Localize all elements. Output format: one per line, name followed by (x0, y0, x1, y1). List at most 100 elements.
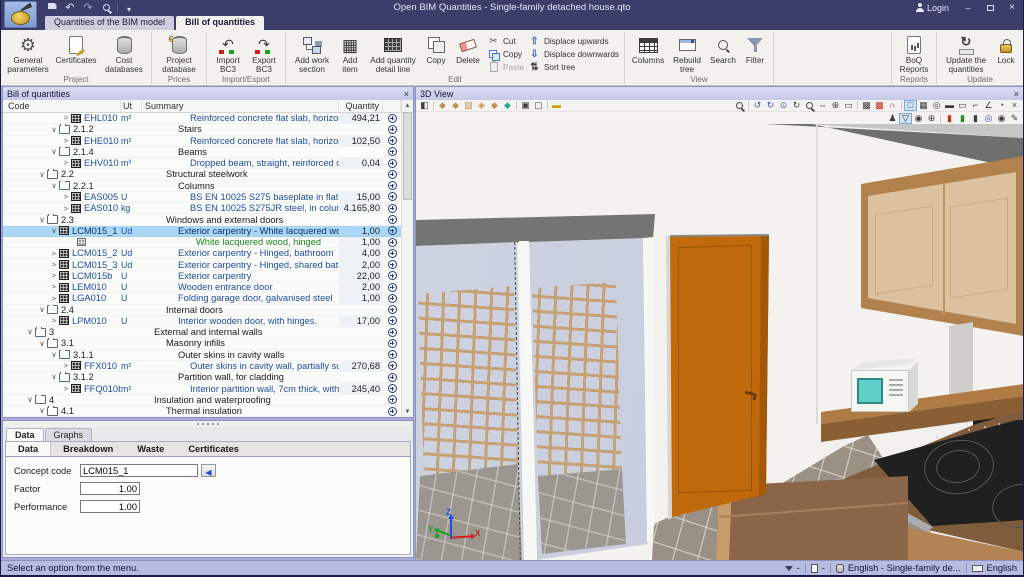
layer-green-icon[interactable]: ▮ (956, 113, 969, 124)
tree-chevron-icon[interactable] (25, 396, 35, 404)
table-row[interactable]: LCM015_2 Ud Exterior carpentry - Hinged,… (3, 248, 401, 259)
layer-gray-icon[interactable]: ▮ (969, 113, 982, 124)
snap-point-icon[interactable]: ◎ (930, 100, 943, 111)
column-summary[interactable]: Summary (142, 100, 339, 112)
redo-button[interactable] (81, 2, 95, 14)
add-detail-button[interactable] (383, 361, 401, 371)
subtab-waste[interactable]: Waste (125, 442, 176, 456)
add-detail-button[interactable] (383, 203, 401, 213)
add-detail-button[interactable] (383, 136, 401, 146)
add-detail-button[interactable] (383, 350, 401, 360)
table-row[interactable]: 2.1.4 Beams (3, 147, 401, 158)
tree-chevron-icon[interactable] (49, 148, 59, 156)
table-row[interactable]: LGA010 U Folding garage door, galvanised… (3, 293, 401, 304)
paint-all-icon[interactable]: ◆ (449, 100, 462, 111)
add-detail-button[interactable] (383, 271, 401, 281)
app-logo-icon[interactable] (4, 1, 37, 28)
subtab-certificates[interactable]: Certificates (176, 442, 251, 456)
table-row[interactable]: LCM015_3 Ud Exterior carpentry - Hinged,… (3, 259, 401, 270)
columns-button[interactable]: Columns (628, 33, 668, 65)
orbit-left-icon[interactable]: ↺ (751, 100, 764, 111)
table-row[interactable]: 2.2 Structural steelwork (3, 169, 401, 180)
project-database-button[interactable]: Project database (155, 33, 203, 74)
corner-measure-icon[interactable]: ⌐ (969, 100, 982, 111)
copy-button[interactable]: Copy (421, 33, 451, 65)
magnet-snap-icon[interactable]: ∩ (886, 100, 899, 111)
undo-button[interactable] (63, 2, 77, 14)
zoom-window-icon[interactable] (803, 100, 816, 111)
save-button[interactable] (45, 2, 59, 14)
add-quantity-detail-line-button[interactable]: Add quantity detail line (365, 33, 421, 74)
tree-chevron-icon[interactable] (49, 295, 59, 303)
scroll-up-icon[interactable] (402, 100, 413, 111)
add-detail-button[interactable] (383, 305, 401, 315)
add-detail-button[interactable] (383, 248, 401, 258)
table-row[interactable]: LEM010 U Wooden entrance door 2,00 (3, 282, 401, 293)
paste-button[interactable]: Paste (487, 61, 524, 73)
language-status[interactable]: English (972, 563, 1018, 573)
update-quantities-button[interactable]: Update the quantities (940, 33, 992, 74)
add-detail-button[interactable] (383, 316, 401, 326)
select-box-icon[interactable]: □ (904, 100, 917, 111)
hide-elements-icon[interactable]: ◉ (995, 113, 1008, 124)
table-row[interactable]: LCM015_1 Ud Exterior carpentry - White l… (3, 226, 401, 237)
paint-area-icon[interactable]: ▨ (462, 100, 475, 111)
table-row[interactable]: EHL010 m² Reinforced concrete flat slab,… (3, 113, 401, 124)
general-parameters-button[interactable]: General parameters (4, 33, 52, 74)
table-row[interactable]: 3.1 Masonry infills (3, 338, 401, 349)
tree-chevron-icon[interactable] (49, 351, 59, 359)
performance-input[interactable] (80, 500, 140, 513)
factor-input[interactable] (80, 482, 140, 495)
tree-chevron-icon[interactable] (49, 272, 59, 280)
table-row[interactable]: EHV010 m³ Dropped beam, straight, reinfo… (3, 158, 401, 169)
add-detail-button[interactable] (383, 383, 401, 393)
maximize-button[interactable] (979, 0, 1001, 15)
tree-chevron-icon[interactable] (61, 362, 71, 370)
tree-chevron-icon[interactable] (61, 114, 71, 122)
tree-chevron-icon[interactable] (49, 283, 59, 291)
tab-graphs[interactable]: Graphs (45, 428, 93, 441)
table-row[interactable]: LCM015b U Exterior carpentry 22,00 (3, 271, 401, 282)
search-ribbon-button[interactable]: Search (706, 33, 740, 65)
tree-chevron-icon[interactable] (49, 317, 59, 325)
tree-chevron-icon[interactable] (61, 205, 71, 213)
column-quantity[interactable]: Quantity (339, 100, 383, 112)
paint-brush-icon[interactable]: ◆ (436, 100, 449, 111)
cut-button[interactable]: Cut (487, 35, 524, 47)
delete-button[interactable]: Delete (451, 33, 485, 65)
tree-chevron-icon[interactable] (61, 137, 71, 145)
add-detail-button[interactable] (383, 282, 401, 292)
customize-toolbar-button[interactable] (122, 2, 136, 14)
boq-vertical-scrollbar[interactable] (401, 100, 413, 417)
filter-button[interactable]: Filter (740, 33, 770, 65)
tab-bill-of-quantities[interactable]: Bill of quantities (176, 16, 264, 30)
layer-red-icon[interactable]: ▮ (943, 113, 956, 124)
table-row[interactable]: 2.3 Windows and external doors (3, 214, 401, 225)
table-row[interactable]: EAS010 kg BS EN 10025 S275JR steel, in c… (3, 203, 401, 214)
tree-chevron-icon[interactable] (61, 385, 71, 393)
texture-color-icon[interactable]: ▩ (873, 100, 886, 111)
visibility-icon[interactable]: ◉ (912, 113, 925, 124)
cost-databases-button[interactable]: Cost databases (100, 33, 148, 74)
add-item-button[interactable]: Add item (335, 33, 365, 74)
table-row[interactable]: LPM010 U Interior wooden door, with hing… (3, 316, 401, 327)
delete-measure-icon[interactable]: × (1008, 100, 1021, 111)
angle-measure-icon[interactable]: ∠ (982, 100, 995, 111)
orbit-free-icon[interactable]: ⊙ (777, 100, 790, 111)
table-row[interactable]: EAS005 U BS EN 10025 S275 baseplate in f… (3, 192, 401, 203)
globe-icon[interactable]: ◎ (982, 113, 995, 124)
paint-element-icon[interactable]: ◆ (488, 100, 501, 111)
table-row[interactable]: 3 External and internal walls (3, 327, 401, 338)
refresh-view-icon[interactable]: ↻ (790, 100, 803, 111)
tree-chevron-icon[interactable] (37, 407, 47, 415)
save-scene-icon[interactable]: ▣ (519, 100, 532, 111)
panel-layout-icon[interactable]: ◧ (418, 100, 431, 111)
scrollbar-thumb[interactable] (403, 112, 412, 200)
tree-chevron-icon[interactable] (37, 216, 47, 224)
table-row[interactable]: 4 Insulation and waterproofing (3, 395, 401, 406)
add-detail-button[interactable] (383, 259, 401, 269)
add-work-section-button[interactable]: Add work section (289, 33, 335, 74)
table-row[interactable]: 3.1.1 Outer skins in cavity walls (3, 350, 401, 361)
3d-viewport[interactable]: Z X Y (416, 124, 1023, 560)
boq-reports-button[interactable]: BoQ Reports (895, 33, 933, 74)
